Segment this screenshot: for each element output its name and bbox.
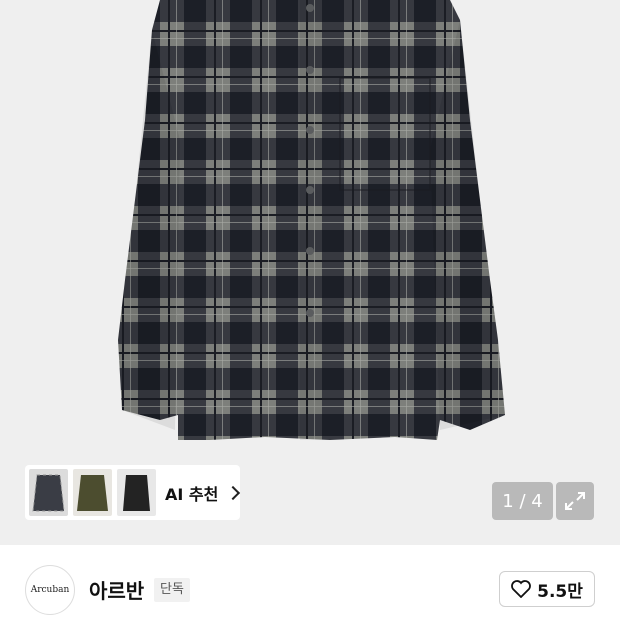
ai-recommend-label[interactable]: AI 추천 — [165, 481, 218, 505]
brand-row: Arcuban 아르반 단독 5.5만 — [0, 545, 620, 620]
olive-shirt-thumb[interactable] — [73, 469, 112, 516]
product-image-area[interactable]: AI 추천 1 / 4 — [0, 0, 620, 545]
ai-recommend-bar[interactable]: AI 추천 — [25, 465, 241, 520]
expand-icon[interactable] — [556, 482, 594, 520]
like-button[interactable]: 5.5만 — [499, 571, 595, 607]
like-count: 5.5만 — [537, 581, 583, 602]
plaid-shirt-thumb[interactable] — [29, 469, 68, 516]
product-shirt-image — [118, 0, 505, 440]
black-shirt-thumb[interactable] — [117, 469, 156, 516]
brand-name[interactable]: 아르반 — [89, 575, 144, 604]
heart-icon — [511, 580, 531, 598]
brand-logo[interactable]: Arcuban — [25, 565, 75, 615]
image-pager: 1 / 4 — [492, 482, 553, 520]
chevron-right-icon[interactable] — [226, 485, 241, 500]
exclusive-badge: 단독 — [154, 578, 190, 602]
